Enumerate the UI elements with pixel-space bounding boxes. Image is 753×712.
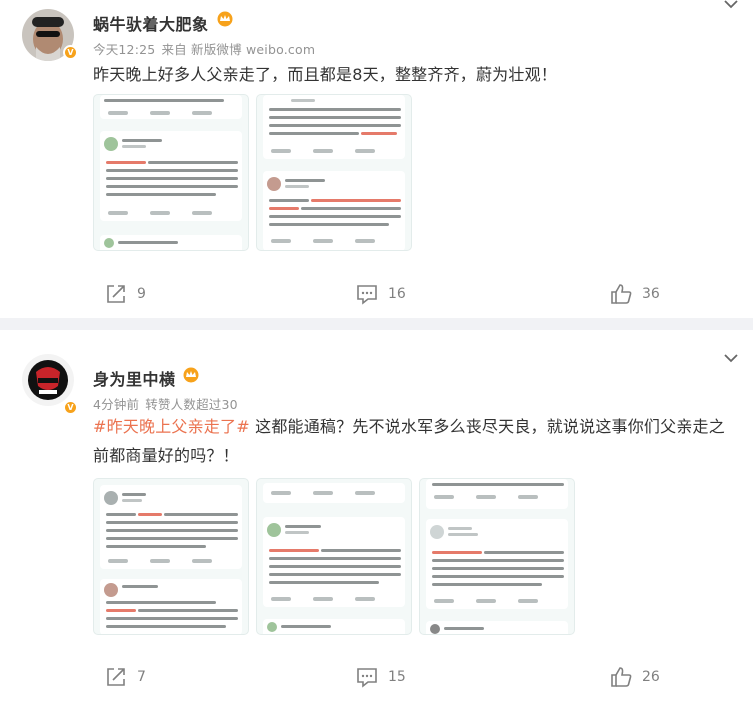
comment-button[interactable]: 16 (356, 279, 406, 309)
chevron-down-icon[interactable] (723, 354, 739, 364)
post-text: #昨天晚上父亲走了# 这都能通稿？先不说水军多么丧尽天良，就说说这事你们父亲走之… (93, 412, 733, 470)
like-icon (611, 284, 632, 304)
like-count: 26 (642, 669, 660, 685)
comment-icon (357, 668, 377, 688)
repost-button[interactable]: 9 (105, 279, 146, 309)
action-bar: 7 15 26 (0, 662, 753, 692)
post-time[interactable]: 今天12:25 (93, 42, 155, 57)
comment-button[interactable]: 15 (356, 662, 406, 692)
avatar[interactable] (22, 354, 74, 406)
post-image[interactable] (419, 478, 575, 635)
post-image[interactable] (93, 478, 249, 635)
topic-link[interactable]: #昨天晚上父亲走了# (93, 417, 250, 436)
post-source: 来自 新版微博 weibo.com (161, 42, 316, 57)
repost-count: 7 (137, 669, 146, 685)
post-image[interactable] (93, 94, 249, 251)
repost-icon (107, 285, 125, 303)
author-name[interactable]: 身为里中横 (93, 366, 176, 390)
like-icon (611, 667, 632, 687)
like-button[interactable]: 26 (610, 662, 660, 692)
weibo-post: V 身为里中横 4分钟前 转赞人数超过30 #昨天晚上父亲走了# 这都能通稿？先不… (0, 330, 753, 712)
author-name[interactable]: 蜗牛驮着大肥象 (93, 11, 209, 35)
like-button[interactable]: 36 (610, 279, 660, 309)
comment-icon (357, 285, 377, 305)
chevron-down-icon[interactable] (723, 0, 739, 10)
post-time[interactable]: 4分钟前 (93, 397, 139, 412)
crown-icon (217, 11, 233, 27)
repost-button[interactable]: 7 (105, 662, 146, 692)
repost-icon (107, 668, 125, 686)
action-bar: 9 16 36 (0, 279, 753, 309)
like-count: 36 (642, 286, 660, 302)
post-image[interactable] (256, 94, 412, 251)
post-source: 转赞人数超过30 (145, 397, 238, 412)
repost-count: 9 (137, 286, 146, 302)
verified-badge-icon: V (63, 400, 78, 415)
crown-icon (183, 367, 199, 383)
post-meta: 4分钟前 转赞人数超过30 (93, 394, 244, 413)
verified-badge-icon: V (63, 45, 78, 60)
post-divider (0, 318, 753, 330)
post-meta: 今天12:25 来自 新版微博 weibo.com (93, 39, 321, 58)
weibo-post: V 蜗牛驮着大肥象 今天12:25 来自 新版微博 weibo.com 昨天晚上好… (0, 0, 753, 318)
comment-count: 16 (388, 286, 406, 302)
post-image[interactable] (256, 478, 412, 635)
post-text: 昨天晚上好多人父亲走了，而且都是8天，整整齐齐，蔚为壮观！ (93, 65, 557, 84)
comment-count: 15 (388, 669, 406, 685)
